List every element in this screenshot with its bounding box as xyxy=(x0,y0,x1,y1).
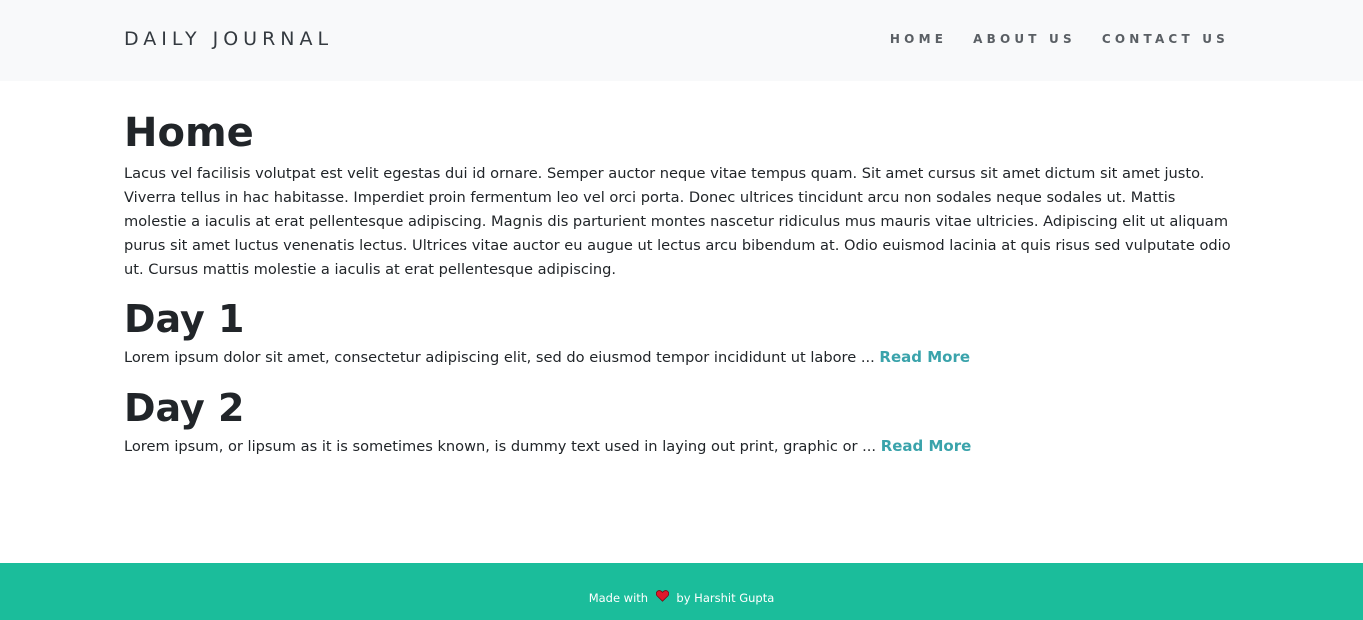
nav-links: HOME ABOUT US CONTACT US xyxy=(890,31,1229,47)
post-title: Day 1 xyxy=(124,297,245,341)
navbar: DAILY JOURNAL HOME ABOUT US CONTACT US xyxy=(0,0,1363,81)
brand-logo[interactable]: DAILY JOURNAL xyxy=(124,28,333,50)
post-day-1: Day 1 Lorem ipsum dolor sit amet, consec… xyxy=(124,297,1234,370)
post-excerpt-paragraph: Lorem ipsum dolor sit amet, consectetur … xyxy=(124,345,1234,370)
nav-link-home[interactable]: HOME xyxy=(890,31,947,47)
main-content: Home Lacus vel facilisis volutpat est ve… xyxy=(124,110,1234,459)
read-more-link[interactable]: Read More xyxy=(881,437,972,455)
footer: Made with by Harshit Gupta xyxy=(0,563,1363,620)
post-title: Day 2 xyxy=(124,386,245,430)
post-excerpt-paragraph: Lorem ipsum, or lipsum as it is sometime… xyxy=(124,434,1234,459)
footer-credit: Made with by Harshit Gupta xyxy=(588,589,775,607)
footer-prefix: Made with xyxy=(588,591,649,605)
page-title: Home xyxy=(124,110,254,156)
nav-link-contact-us[interactable]: CONTACT US xyxy=(1102,31,1229,47)
nav-link-about-us[interactable]: ABOUT US xyxy=(973,31,1076,47)
intro-paragraph: Lacus vel facilisis volutpat est velit e… xyxy=(124,165,1231,278)
post-excerpt: Lorem ipsum dolor sit amet, consectetur … xyxy=(124,349,880,366)
footer-suffix: by Harshit Gupta xyxy=(676,591,775,605)
heart-icon xyxy=(655,589,669,606)
post-day-2: Day 2 Lorem ipsum, or lipsum as it is so… xyxy=(124,386,1234,459)
read-more-link[interactable]: Read More xyxy=(879,348,970,366)
post-excerpt: Lorem ipsum, or lipsum as it is sometime… xyxy=(124,438,881,455)
